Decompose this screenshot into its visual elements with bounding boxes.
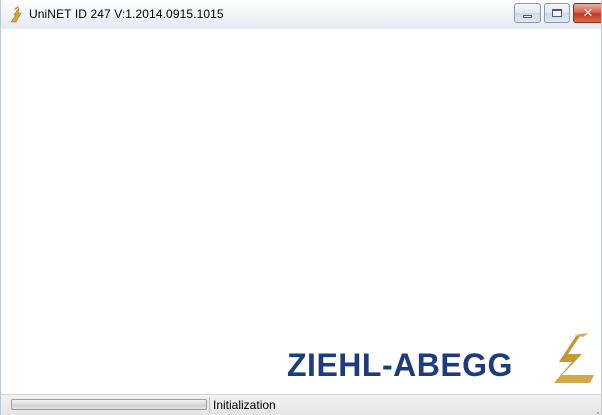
close-icon: ✕ (582, 5, 594, 21)
maximize-icon (552, 9, 562, 17)
title-bar[interactable]: UniNET ID 247 V:1.2014.0915.1015 ✕ (1, 0, 601, 29)
resize-grip-icon[interactable] (593, 408, 599, 414)
app-icon[interactable] (8, 6, 24, 23)
close-button[interactable]: ✕ (573, 3, 601, 23)
status-bar: Initialization (1, 394, 601, 415)
progress-bar (11, 399, 207, 410)
status-separator (209, 397, 210, 413)
maximize-button[interactable] (544, 3, 570, 23)
logo-text: ZIEHL-ABEGG (287, 347, 513, 383)
minimize-button[interactable] (514, 3, 541, 23)
minimize-icon (523, 14, 532, 18)
window-title: UniNET ID 247 V:1.2014.0915.1015 (29, 7, 224, 21)
main-content-area: ZIEHL-ABEGG (1, 29, 601, 394)
status-text: Initialization (213, 398, 276, 412)
logo-mark-icon (554, 333, 594, 383)
application-window: UniNET ID 247 V:1.2014.0915.1015 ✕ ZIEHL… (0, 0, 602, 415)
